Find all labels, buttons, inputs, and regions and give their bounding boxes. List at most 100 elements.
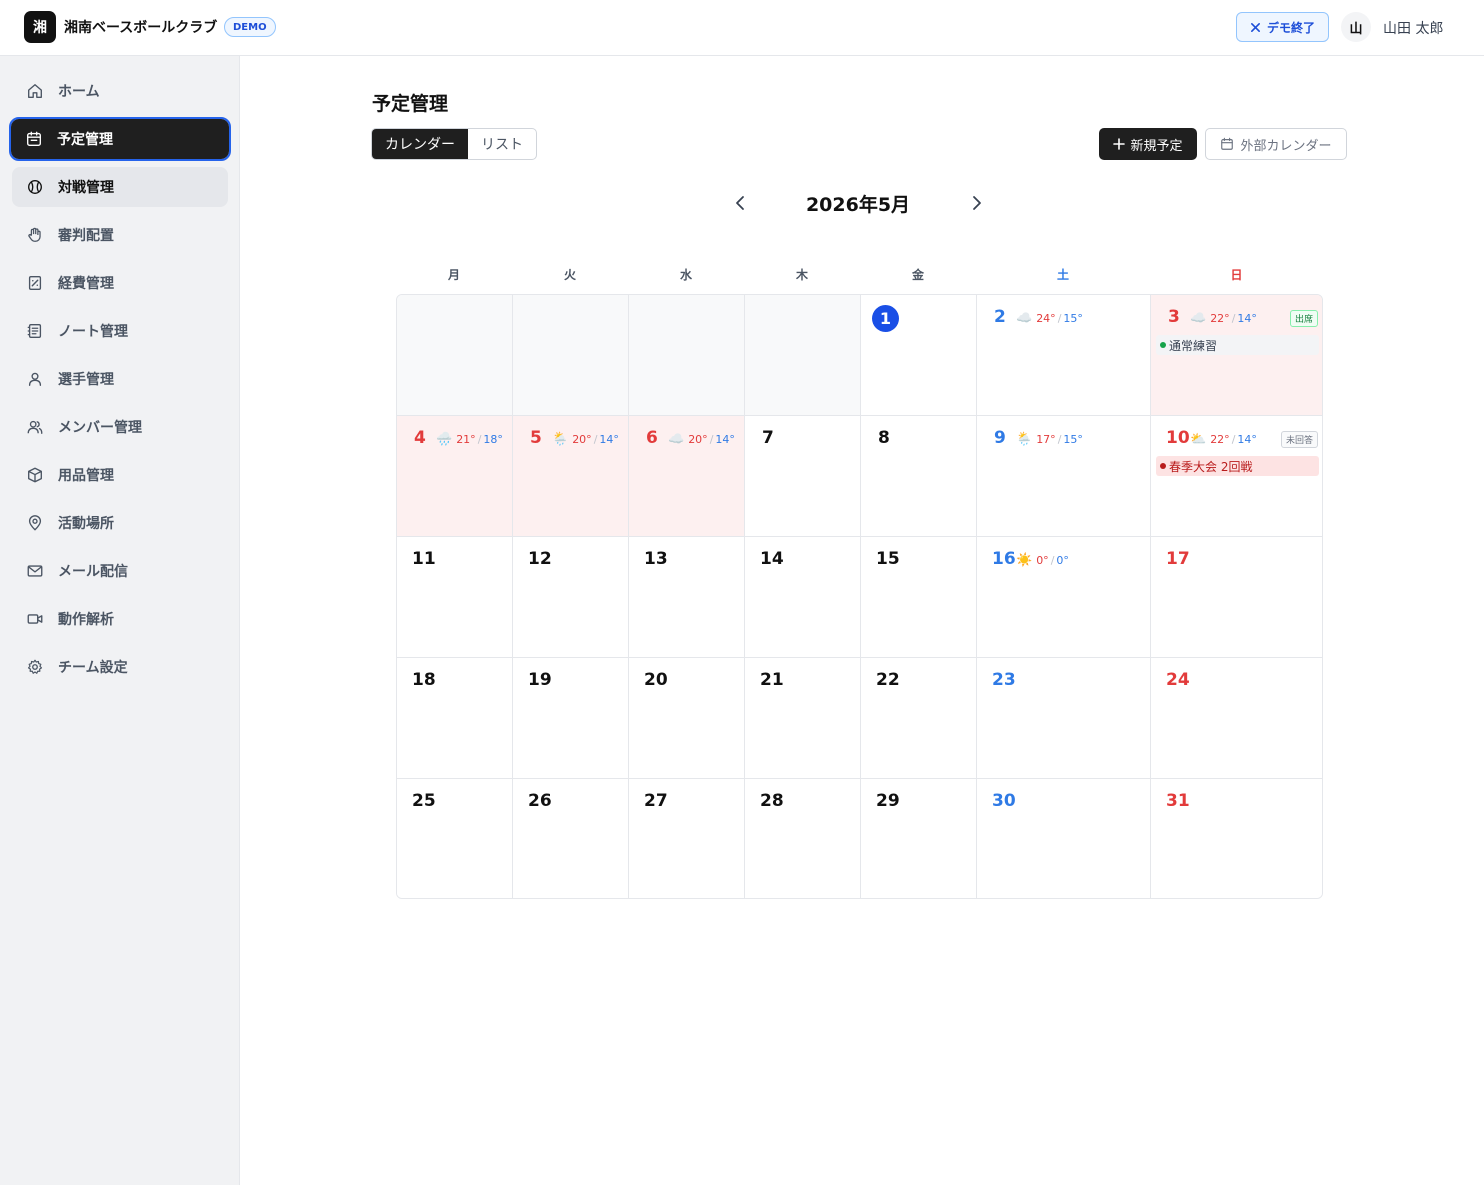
- tab-calendar[interactable]: カレンダー: [372, 129, 468, 159]
- sidebar-item-4[interactable]: 審判配置: [12, 215, 228, 255]
- users-icon: [27, 420, 43, 434]
- day-number: 16: [992, 549, 1016, 569]
- temp-low: 14°: [1237, 312, 1257, 325]
- calendar-day-cell[interactable]: 13: [629, 537, 745, 658]
- sidebar-item-9[interactable]: 用品管理: [12, 455, 228, 495]
- calendar-day-cell[interactable]: 19: [513, 658, 629, 779]
- calendar-day-cell[interactable]: 9 🌦️ 17°/15°: [977, 416, 1151, 537]
- event-title: 通常練習: [1169, 338, 1218, 353]
- calendar-day-cell[interactable]: 4 🌧️ 21°/18°: [397, 416, 513, 537]
- user-name[interactable]: 山田 太郎: [1383, 18, 1443, 38]
- sidebar-item-6[interactable]: ノート管理: [12, 311, 228, 351]
- weather-icon: ☁️: [668, 432, 685, 447]
- sidebar-item-10[interactable]: 活動場所: [12, 503, 228, 543]
- weather-icon: ☀️: [1016, 553, 1033, 568]
- calendar-day-cell[interactable]: 25: [397, 779, 513, 898]
- sidebar-item-1[interactable]: ホーム: [12, 71, 228, 111]
- day-number: 22: [876, 670, 900, 690]
- home-icon: [28, 84, 42, 98]
- calendar-day-cell[interactable]: 20: [629, 658, 745, 779]
- calendar-day-cell[interactable]: 30: [977, 779, 1151, 898]
- page-title: 予定管理: [372, 93, 449, 115]
- sidebar-item-12[interactable]: 動作解析: [12, 599, 228, 639]
- weekday-label: 金: [911, 268, 924, 282]
- calendar-day-cell[interactable]: 22: [861, 658, 977, 779]
- calendar-event[interactable]: 通常練習: [1156, 335, 1319, 355]
- map-pin-icon: [28, 515, 42, 531]
- weekday-label: 日: [1230, 268, 1243, 282]
- day-number: 28: [760, 791, 784, 811]
- day-number: 26: [528, 791, 552, 811]
- calendar-day-cell[interactable]: 10 ⛅ 22°/14° 未回答 春季大会 2回戦: [1151, 416, 1322, 537]
- calendar-day-cell[interactable]: 14: [745, 537, 861, 658]
- attendance-status-badge: 未回答: [1280, 431, 1318, 448]
- sidebar-item-13[interactable]: チーム設定: [12, 647, 228, 687]
- sidebar-item-label: 用品管理: [58, 468, 114, 484]
- calendar-day-cell[interactable]: 5 🌦️ 20°/14°: [513, 416, 629, 537]
- calendar-day-cell[interactable]: 29: [861, 779, 977, 898]
- calendar-day-cell[interactable]: 1: [861, 295, 977, 416]
- temp-low: 14°: [1237, 433, 1257, 446]
- sidebar-item-label: 経費管理: [58, 276, 114, 292]
- new-event-button[interactable]: 新規予定: [1099, 128, 1197, 160]
- calendar-day-cell[interactable]: 24: [1151, 658, 1322, 779]
- weather-forecast: 🌦️ 20°/14°: [552, 432, 619, 447]
- weather-icon: ☁️: [1190, 311, 1207, 326]
- day-number: 30: [992, 791, 1016, 811]
- weather-forecast: ☁️ 24°/15°: [1016, 311, 1083, 326]
- sidebar-item-label: 予定管理: [57, 132, 113, 148]
- view-toggle: カレンダー リスト: [371, 128, 537, 160]
- weather-icon: 🌧️: [436, 432, 453, 447]
- demo-end-button[interactable]: デモ終了: [1236, 12, 1329, 42]
- temp-low: 15°: [1063, 433, 1083, 446]
- calendar-day-cell[interactable]: 27: [629, 779, 745, 898]
- day-number: 7: [762, 428, 774, 448]
- day-number: 20: [644, 670, 668, 690]
- calendar-cell-empty: [629, 295, 745, 416]
- sidebar-item-3[interactable]: 対戦管理: [12, 167, 228, 207]
- sidebar-item-8[interactable]: メンバー管理: [12, 407, 228, 447]
- calendar-day-cell[interactable]: 12: [513, 537, 629, 658]
- temp-high: 17°: [1036, 433, 1056, 446]
- chevron-right-icon: [973, 196, 981, 210]
- sidebar-item-2[interactable]: 予定管理: [9, 117, 231, 161]
- plus-icon: [1113, 138, 1126, 150]
- calendar-day-cell[interactable]: 21: [745, 658, 861, 779]
- mail-icon: [27, 565, 43, 577]
- calendar-day-cell[interactable]: 6 ☁️ 20°/14°: [629, 416, 745, 537]
- temp-separator: /: [477, 433, 482, 446]
- calendar-event[interactable]: 春季大会 2回戦: [1156, 456, 1319, 476]
- prev-month-button[interactable]: [728, 190, 752, 216]
- tab-list[interactable]: リスト: [468, 129, 536, 159]
- calendar-day-cell[interactable]: 23: [977, 658, 1151, 779]
- temp-separator: /: [1231, 312, 1236, 325]
- calendar-day-cell[interactable]: 26: [513, 779, 629, 898]
- calendar-day-cell[interactable]: 3 ☁️ 22°/14° 出席 通常練習: [1151, 295, 1322, 416]
- calendar-day-cell[interactable]: 31: [1151, 779, 1322, 898]
- calendar-day-cell[interactable]: 11: [397, 537, 513, 658]
- calendar-day-cell[interactable]: 28: [745, 779, 861, 898]
- avatar[interactable]: 山: [1341, 12, 1371, 42]
- sidebar-item-11[interactable]: メール配信: [12, 551, 228, 591]
- weekday-label: 土: [1056, 268, 1069, 282]
- temp-separator: /: [593, 433, 598, 446]
- day-number: 10: [1166, 428, 1190, 448]
- temp-separator: /: [709, 433, 714, 446]
- temp-low: 18°: [483, 433, 503, 446]
- calendar-day-cell[interactable]: 16 ☀️ 0°/0°: [977, 537, 1151, 658]
- weekday-label: 火: [563, 268, 576, 282]
- temp-low: 14°: [599, 433, 619, 446]
- calendar-day-cell[interactable]: 18: [397, 658, 513, 779]
- demo-end-label: デモ終了: [1266, 20, 1315, 35]
- calendar-day-cell[interactable]: 7: [745, 416, 861, 537]
- calendar-day-cell[interactable]: 17: [1151, 537, 1322, 658]
- calendar-day-cell[interactable]: 2 ☁️ 24°/15°: [977, 295, 1151, 416]
- sidebar-item-7[interactable]: 選手管理: [12, 359, 228, 399]
- calendar-day-cell[interactable]: 8: [861, 416, 977, 537]
- external-calendar-button[interactable]: 外部カレンダー: [1205, 128, 1347, 160]
- next-month-button[interactable]: [965, 190, 989, 216]
- sidebar-item-5[interactable]: 経費管理: [12, 263, 228, 303]
- calendar-day-cell[interactable]: 15: [861, 537, 977, 658]
- team-logo[interactable]: 湘: [24, 11, 56, 43]
- gear-icon: [27, 659, 43, 674]
